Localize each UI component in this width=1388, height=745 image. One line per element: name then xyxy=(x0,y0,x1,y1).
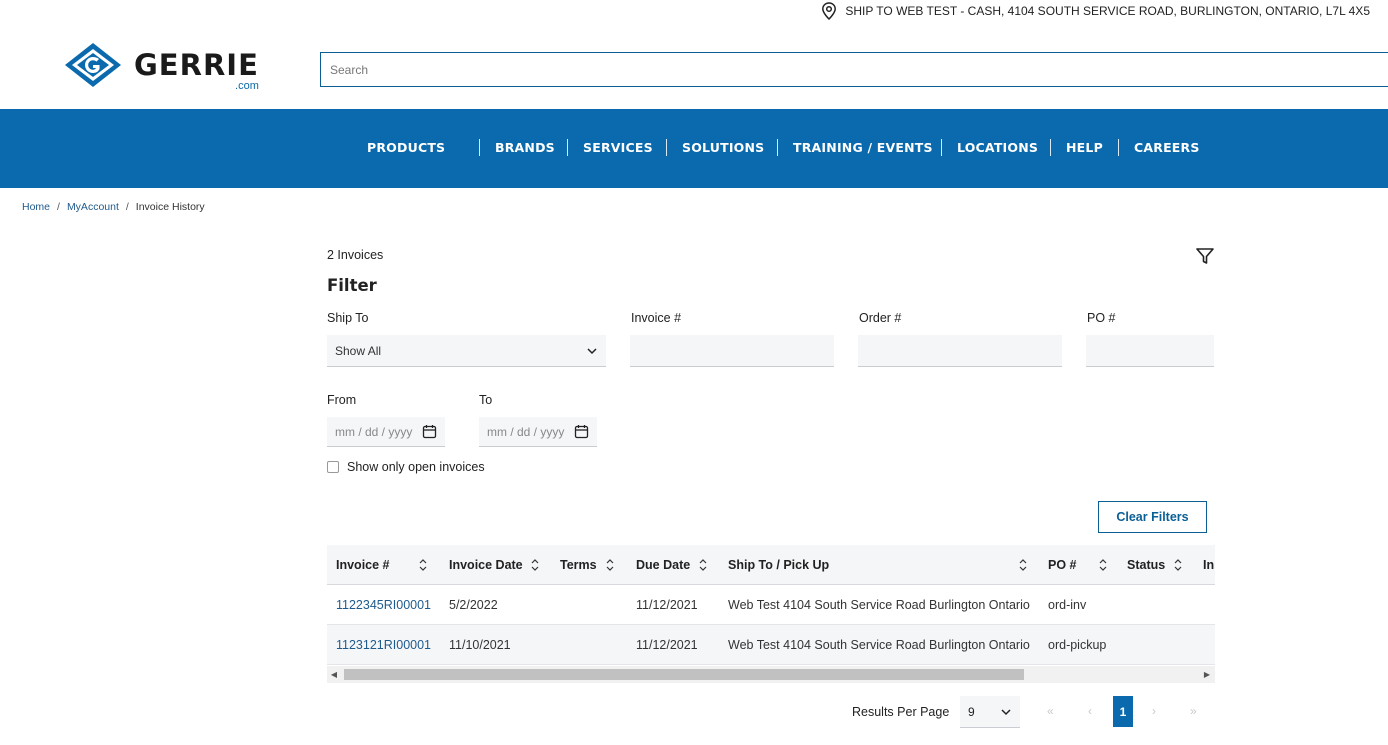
table-row: 1123121RI00001 11/10/2021 11/12/2021 Web… xyxy=(327,625,1215,665)
scroll-left-arrow-icon[interactable]: ◀ xyxy=(330,670,338,679)
due-date-cell: 11/12/2021 xyxy=(636,598,698,612)
main-navigation: PRODUCTS BRANDS SERVICES SOLUTIONS TRAIN… xyxy=(0,109,1388,188)
from-date-input[interactable]: mm / dd / yyyy xyxy=(327,417,445,447)
results-per-page-value: 9 xyxy=(968,704,975,719)
sort-icon[interactable] xyxy=(531,558,539,572)
logo-suffix: .com xyxy=(235,80,259,92)
location-pin-icon xyxy=(822,2,837,20)
sort-icon[interactable] xyxy=(699,558,707,572)
nav-separator xyxy=(567,139,568,156)
ship-to-cell: Web Test 4104 South Service Road Burling… xyxy=(728,598,1030,612)
column-header-due-date[interactable]: Due Date xyxy=(636,545,690,585)
next-page-button[interactable]: › xyxy=(1152,704,1156,718)
column-header-invoice-number[interactable]: Invoice # xyxy=(336,545,390,585)
column-header-truncated[interactable]: In xyxy=(1203,545,1214,585)
gerrie-logo[interactable]: GERRIE .com xyxy=(64,42,259,92)
gerrie-logo-mark-icon xyxy=(65,43,121,87)
current-page-button[interactable]: 1 xyxy=(1113,696,1133,727)
nav-separator xyxy=(777,139,778,156)
chevron-down-icon xyxy=(587,347,597,354)
invoice-number-link[interactable]: 1123121RI00001 xyxy=(336,625,431,665)
clear-filters-button[interactable]: Clear Filters xyxy=(1098,501,1207,533)
ship-to-text: SHIP TO WEB TEST - CASH, 4104 SOUTH SERV… xyxy=(845,4,1370,18)
table-header: Invoice # Invoice Date Terms Due Date Sh… xyxy=(327,545,1215,585)
to-date-placeholder: mm / dd / yyyy xyxy=(487,424,565,439)
sort-icon[interactable] xyxy=(1174,558,1182,572)
nav-item-solutions[interactable]: SOLUTIONS xyxy=(682,140,764,155)
search-input[interactable] xyxy=(320,52,1388,87)
nav-item-services[interactable]: SERVICES xyxy=(583,140,653,155)
invoice-count: 2 Invoices xyxy=(327,248,384,262)
invoice-date-cell: 11/10/2021 xyxy=(449,638,511,652)
sort-icon[interactable] xyxy=(419,558,427,572)
nav-item-careers[interactable]: CAREERS xyxy=(1134,140,1200,155)
nav-separator xyxy=(1118,139,1119,156)
po-number-cell: ord-pickup xyxy=(1048,638,1107,652)
po-number-label: PO # xyxy=(1087,311,1116,325)
order-number-label: Order # xyxy=(859,311,902,325)
order-number-input[interactable] xyxy=(858,335,1062,367)
ship-to-select[interactable]: Show All xyxy=(327,335,606,367)
breadcrumb-separator: / xyxy=(57,201,60,213)
sort-icon[interactable] xyxy=(1099,558,1107,572)
to-date-label: To xyxy=(479,393,493,407)
breadcrumb-myaccount[interactable]: MyAccount xyxy=(67,201,119,213)
nav-separator xyxy=(1050,139,1051,156)
invoice-date-cell: 5/2/2022 xyxy=(449,598,498,612)
calendar-icon[interactable] xyxy=(422,424,437,439)
calendar-icon[interactable] xyxy=(574,424,589,439)
nav-item-locations[interactable]: LOCATIONS xyxy=(957,140,1038,155)
po-number-input[interactable] xyxy=(1086,335,1214,367)
ship-to-cell: Web Test 4104 South Service Road Burling… xyxy=(728,638,1030,652)
sort-icon[interactable] xyxy=(1019,558,1027,572)
scroll-right-arrow-icon[interactable]: ▶ xyxy=(1203,670,1211,679)
column-header-invoice-date[interactable]: Invoice Date xyxy=(449,545,523,585)
column-header-po-number[interactable]: PO # xyxy=(1048,545,1077,585)
nav-item-brands[interactable]: BRANDS xyxy=(495,140,555,155)
filter-title: Filter xyxy=(327,276,377,295)
ship-to-label: Ship To xyxy=(327,311,369,325)
nav-separator xyxy=(666,139,667,156)
invoice-number-link[interactable]: 1122345RI00001 xyxy=(336,585,431,625)
first-page-button[interactable]: « xyxy=(1047,704,1054,718)
to-date-input[interactable]: mm / dd / yyyy xyxy=(479,417,597,447)
due-date-cell: 11/12/2021 xyxy=(636,638,698,652)
nav-separator xyxy=(479,139,480,156)
column-header-status[interactable]: Status xyxy=(1127,545,1165,585)
ship-to-address[interactable]: SHIP TO WEB TEST - CASH, 4104 SOUTH SERV… xyxy=(821,2,1370,20)
invoice-table: Invoice # Invoice Date Terms Due Date Sh… xyxy=(327,545,1215,683)
column-header-terms[interactable]: Terms xyxy=(560,545,597,585)
scrollbar-thumb[interactable] xyxy=(344,669,1024,680)
from-date-label: From xyxy=(327,393,357,407)
ship-to-select-value: Show All xyxy=(335,343,382,358)
breadcrumb: Home / MyAccount / Invoice History xyxy=(22,201,205,213)
filter-icon[interactable] xyxy=(1195,246,1215,266)
horizontal-scrollbar[interactable]: ◀ ▶ xyxy=(327,666,1215,683)
table-row: 1122345RI00001 5/2/2022 11/12/2021 Web T… xyxy=(327,585,1215,625)
sort-icon[interactable] xyxy=(606,558,614,572)
nav-item-help[interactable]: HELP xyxy=(1066,140,1103,155)
open-invoices-option: Show only open invoices xyxy=(327,460,485,474)
previous-page-button[interactable]: ‹ xyxy=(1088,704,1092,718)
breadcrumb-home[interactable]: Home xyxy=(22,201,50,213)
breadcrumb-current: Invoice History xyxy=(135,201,205,213)
po-number-cell: ord-inv xyxy=(1048,598,1087,612)
last-page-button[interactable]: » xyxy=(1190,704,1197,718)
results-per-page-select[interactable]: 9 xyxy=(960,696,1020,728)
nav-separator xyxy=(941,139,942,156)
nav-item-training-events[interactable]: TRAINING / EVENTS xyxy=(793,140,933,155)
nav-item-products[interactable]: PRODUCTS xyxy=(367,140,445,155)
invoice-number-input[interactable] xyxy=(630,335,834,367)
column-header-ship-to[interactable]: Ship To / Pick Up xyxy=(728,545,829,585)
chevron-down-icon xyxy=(1001,708,1011,715)
invoice-number-label: Invoice # xyxy=(631,311,682,325)
logo-wordmark: GERRIE xyxy=(134,48,259,82)
results-per-page-label: Results Per Page xyxy=(852,705,950,719)
breadcrumb-separator: / xyxy=(125,201,129,213)
open-invoices-checkbox[interactable] xyxy=(327,461,339,473)
from-date-placeholder: mm / dd / yyyy xyxy=(335,424,413,439)
open-invoices-label[interactable]: Show only open invoices xyxy=(347,460,485,474)
